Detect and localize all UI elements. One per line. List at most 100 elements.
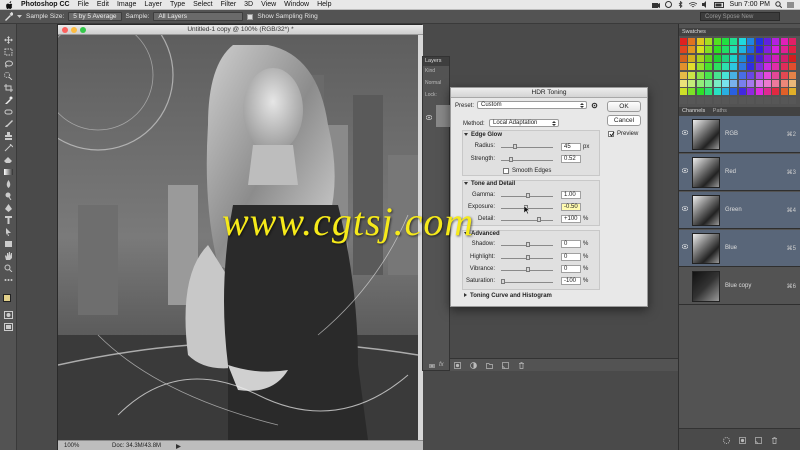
menu-filter[interactable]: Filter: [217, 0, 241, 10]
shadow-field[interactable]: 0: [561, 240, 581, 248]
preset-options-gear-icon[interactable]: [591, 102, 598, 109]
volume-icon[interactable]: [701, 1, 709, 8]
ok-button[interactable]: OK: [607, 101, 641, 112]
color-swatch[interactable]: [747, 88, 755, 96]
color-swatch[interactable]: [780, 54, 788, 62]
color-swatch[interactable]: [688, 46, 696, 54]
menubar-clock[interactable]: Sun 7:00 PM: [730, 1, 770, 8]
color-swatch[interactable]: [738, 46, 746, 54]
color-swatch[interactable]: [696, 71, 704, 79]
delete-channel-icon[interactable]: [771, 437, 778, 444]
smooth-edges-checkbox[interactable]: [503, 168, 509, 174]
edge-glow-header[interactable]: Edge Glow: [464, 132, 502, 138]
color-swatch[interactable]: [696, 54, 704, 62]
paths-tab[interactable]: Paths: [713, 108, 727, 114]
color-swatch[interactable]: [713, 54, 721, 62]
strength-slider[interactable]: [501, 157, 553, 162]
color-swatch[interactable]: [764, 96, 771, 104]
color-swatch[interactable]: [730, 88, 738, 96]
color-swatch[interactable]: [738, 71, 746, 79]
channel-visibility-eye-icon[interactable]: [682, 244, 688, 249]
cancel-button[interactable]: Cancel: [607, 115, 641, 126]
bluetooth-icon[interactable]: [677, 1, 684, 8]
color-swatch[interactable]: [705, 63, 713, 71]
color-swatch[interactable]: [780, 80, 788, 87]
channel-visibility-eye-icon[interactable]: [682, 130, 688, 135]
shadow-slider[interactable]: [501, 242, 553, 247]
tool-preset-chevron-icon[interactable]: [17, 14, 22, 19]
color-swatch[interactable]: [780, 71, 788, 79]
toning-curve-header[interactable]: Toning Curve and Histogram: [464, 293, 552, 299]
type-tool-icon[interactable]: [4, 216, 13, 224]
color-swatch[interactable]: [789, 71, 797, 79]
notification-center-icon[interactable]: [787, 2, 794, 8]
adjustment-layer-icon[interactable]: [470, 362, 477, 369]
color-swatch[interactable]: [730, 38, 738, 45]
layer-fx-icon[interactable]: fx: [439, 362, 444, 368]
color-swatch[interactable]: [730, 54, 738, 62]
history-brush-tool-icon[interactable]: [4, 144, 13, 152]
detail-slider-thumb[interactable]: [537, 217, 541, 222]
color-swatch[interactable]: [738, 96, 746, 104]
quick-mask-icon[interactable]: [4, 311, 13, 319]
menu-edit[interactable]: Edit: [93, 0, 113, 10]
sample-size-select[interactable]: 5 by 5 Average: [68, 12, 122, 21]
more-tools-icon[interactable]: [4, 276, 13, 284]
color-swatch[interactable]: [755, 54, 763, 62]
new-group-icon[interactable]: [486, 362, 493, 369]
color-swatch[interactable]: [764, 71, 771, 79]
channel-row[interactable]: Green ⌘4: [679, 192, 800, 229]
color-swatch[interactable]: [764, 88, 771, 96]
color-swatch[interactable]: [772, 63, 780, 71]
color-swatch[interactable]: [738, 38, 746, 45]
color-swatch[interactable]: [722, 46, 729, 54]
vibrance-slider-thumb[interactable]: [526, 267, 530, 272]
channel-visibility-eye-icon[interactable]: [682, 168, 688, 173]
quick-select-tool-icon[interactable]: [4, 72, 13, 80]
new-layer-icon[interactable]: [502, 362, 509, 369]
strength-slider-thumb[interactable]: [509, 157, 513, 162]
blend-mode-select[interactable]: Normal: [425, 80, 441, 86]
color-swatch[interactable]: [755, 63, 763, 71]
menu-extra-icon[interactable]: [664, 1, 672, 8]
channel-row[interactable]: Red ⌘3: [679, 154, 800, 191]
close-window-button[interactable]: [62, 27, 68, 33]
brush-tool-icon[interactable]: [4, 120, 13, 128]
crop-tool-icon[interactable]: [4, 84, 13, 92]
channel-row[interactable]: Blue copy ⌘6: [679, 268, 800, 305]
color-swatch[interactable]: [713, 88, 721, 96]
color-swatch[interactable]: [696, 46, 704, 54]
layers-tab[interactable]: Layers: [423, 57, 449, 66]
load-selection-icon[interactable]: [723, 437, 730, 444]
color-swatch[interactable]: [713, 71, 721, 79]
highlight-field[interactable]: 0: [561, 253, 581, 261]
color-swatch[interactable]: [705, 88, 713, 96]
blur-tool-icon[interactable]: [4, 180, 13, 188]
swatches-tab[interactable]: Swatches: [679, 28, 800, 36]
highlight-slider[interactable]: [501, 255, 553, 260]
menu-select[interactable]: Select: [189, 0, 216, 10]
color-swatch[interactable]: [705, 46, 713, 54]
highlight-slider-thumb[interactable]: [526, 255, 530, 260]
color-swatch[interactable]: [747, 46, 755, 54]
menu-layer[interactable]: Layer: [140, 0, 166, 10]
clone-stamp-tool-icon[interactable]: [4, 132, 13, 140]
color-swatch[interactable]: [688, 71, 696, 79]
color-swatch[interactable]: [789, 96, 797, 104]
workspace-select[interactable]: Corey Spose New: [700, 12, 780, 21]
color-swatch[interactable]: [696, 96, 704, 104]
color-swatch[interactable]: [705, 54, 713, 62]
strength-field[interactable]: 0.52: [561, 155, 581, 163]
spotlight-icon[interactable]: [775, 1, 782, 8]
color-swatch[interactable]: [772, 88, 780, 96]
color-swatch[interactable]: [764, 63, 771, 71]
color-swatch[interactable]: [780, 46, 788, 54]
layer-visibility-eye-icon[interactable]: [426, 115, 432, 120]
radius-slider[interactable]: [501, 144, 553, 149]
method-select[interactable]: Local Adaptation: [489, 119, 559, 127]
hand-tool-icon[interactable]: [4, 252, 13, 260]
color-swatch[interactable]: [755, 96, 763, 104]
color-swatch[interactable]: [680, 96, 687, 104]
color-swatch[interactable]: [688, 88, 696, 96]
gradient-tool-icon[interactable]: [4, 168, 13, 176]
